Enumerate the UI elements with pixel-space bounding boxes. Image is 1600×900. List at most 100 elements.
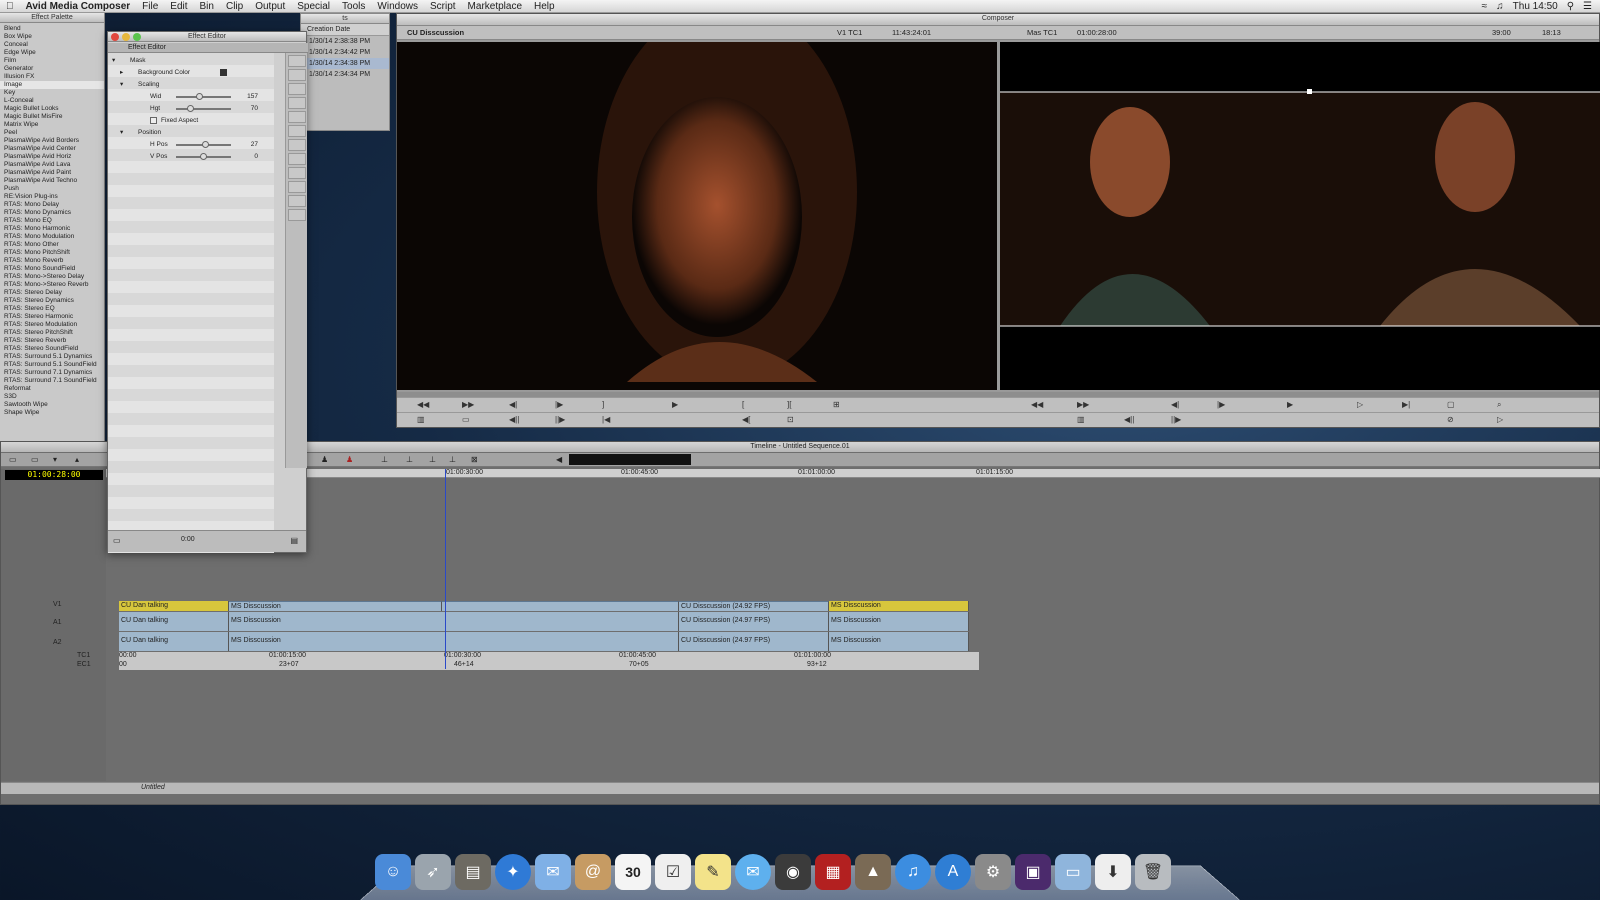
vpos-slider[interactable] [176, 153, 231, 160]
mail-icon[interactable]: ✉ [535, 854, 571, 890]
clip-ms-disscussion[interactable]: MS Disscussion [829, 612, 969, 631]
documents-folder-icon[interactable]: ▭ [1055, 854, 1091, 890]
facetime-icon[interactable]: ◉ [775, 854, 811, 890]
tool-button[interactable] [287, 111, 306, 123]
palette-category[interactable]: Generator [0, 65, 104, 73]
speaker-icon[interactable]: ◀ [556, 455, 562, 464]
tool-button[interactable] [287, 97, 306, 109]
notification-icon[interactable]: ☰ [1583, 1, 1592, 12]
wid-value[interactable]: 157 [247, 91, 258, 102]
sequence-menu[interactable]: Untitled [141, 784, 165, 791]
clip-cu-disscussion[interactable]: CU Disscussion (24.97 FPS) [679, 632, 829, 651]
palette-category[interactable]: RTAS: Mono Dynamics [0, 209, 104, 217]
disclosure-triangle-icon[interactable]: ▾ [112, 55, 115, 66]
itunes-icon[interactable]: ♫ [895, 854, 931, 890]
menu-edit[interactable]: Edit [164, 1, 193, 12]
clip-effect[interactable] [442, 601, 679, 611]
menubar-clock[interactable]: Thu 14:50 [1513, 1, 1558, 12]
overwrite-icon[interactable]: ▭ [462, 415, 470, 424]
clear-marks-icon[interactable]: ][ [787, 400, 791, 409]
bin-column-header[interactable]: Creation Date [301, 24, 389, 36]
photo-booth-icon[interactable]: ▦ [815, 854, 851, 890]
play-icon[interactable]: ▷ [1357, 400, 1363, 409]
clip-ms-disscussion[interactable]: MS Disscussion [229, 601, 442, 611]
hgt-value[interactable]: 70 [251, 103, 258, 114]
menu-output[interactable]: Output [249, 1, 291, 12]
palette-category[interactable]: PlasmaWipe Avid Paint [0, 169, 104, 177]
record-monitor[interactable] [1000, 42, 1600, 390]
palette-category[interactable]: RTAS: Stereo Modulation [0, 321, 104, 329]
bin-row[interactable]: 1/30/14 2:34:38 PM [301, 58, 389, 69]
palette-category[interactable]: Matrix Wipe [0, 121, 104, 129]
close-icon[interactable] [111, 33, 119, 41]
apple-icon[interactable]:  [0, 1, 20, 12]
contacts-icon[interactable]: @ [575, 854, 611, 890]
track-a1-label[interactable]: A1 [53, 619, 62, 626]
zoom-out-icon[interactable] [287, 167, 306, 179]
go-to-in-icon[interactable]: |◀ [602, 415, 610, 424]
menu-file[interactable]: File [136, 1, 164, 12]
menu-bin[interactable]: Bin [194, 1, 220, 12]
palette-category[interactable]: RTAS: Surround 7.1 SoundField [0, 377, 104, 385]
timeline-ruler[interactable]: 01:00:30:00 01:00:45:00 01:01:00:00 01:0… [106, 469, 1600, 478]
app-menu[interactable]: Avid Media Composer [20, 1, 137, 12]
clip-ms-disscussion[interactable]: MS Disscussion [829, 632, 969, 651]
timeline-timecode[interactable]: 01:00:28:00 [5, 470, 103, 480]
record-track-label[interactable]: Mas TC1 [1027, 28, 1057, 37]
play-icon[interactable]: ▶ [1287, 400, 1293, 409]
palette-category[interactable]: RTAS: Stereo Dynamics [0, 297, 104, 305]
palette-category[interactable]: RTAS: Stereo Harmonic [0, 313, 104, 321]
messages-icon[interactable]: ✉ [735, 854, 771, 890]
hpos-slider[interactable] [176, 141, 231, 148]
step-forward-icon[interactable]: |▶ [555, 400, 563, 409]
palette-category[interactable]: RTAS: Surround 7.1 Dynamics [0, 369, 104, 377]
bin-row[interactable]: 1/30/14 2:34:42 PM [301, 47, 389, 58]
fixed-aspect-checkbox[interactable] [150, 117, 157, 124]
menu-marketplace[interactable]: Marketplace [462, 1, 528, 12]
splice-in-icon[interactable]: ▥ [1077, 415, 1085, 424]
play-icon[interactable]: ▶ [672, 400, 678, 409]
palette-category[interactable]: RTAS: Surround 5.1 SoundField [0, 361, 104, 369]
preview-icon[interactable]: ▭ [113, 536, 121, 545]
track-v1-label[interactable]: V1 [53, 601, 62, 608]
clip-cu-disscussion[interactable]: CU Disscussion (24.92 FPS) [679, 601, 829, 611]
palette-category[interactable]: Film [0, 57, 104, 65]
toolbar-button[interactable]: ▴ [75, 455, 79, 464]
focus-icon[interactable]: ⊠ [471, 455, 478, 464]
volume-icon[interactable]: ♫ [1496, 1, 1504, 12]
go-to-out-icon[interactable]: ◀[ [742, 415, 750, 424]
hpos-value[interactable]: 27 [251, 139, 258, 150]
palette-category[interactable]: PlasmaWipe Avid Center [0, 145, 104, 153]
image-capture-icon[interactable]: ▤ [455, 854, 491, 890]
palette-category[interactable]: RTAS: Mono PitchShift [0, 249, 104, 257]
palette-category[interactable]: PlasmaWipe Avid Horiz [0, 153, 104, 161]
palette-category[interactable]: RTAS: Mono EQ [0, 217, 104, 225]
system-preferences-icon[interactable]: ⚙ [975, 854, 1011, 890]
palette-category[interactable]: RTAS: Mono Modulation [0, 233, 104, 241]
wid-slider[interactable] [176, 93, 231, 100]
palette-category[interactable]: Push [0, 185, 104, 193]
track-a2-label[interactable]: A2 [53, 639, 62, 646]
vpos-slider-knob[interactable] [200, 153, 207, 160]
clip-ms-disscussion[interactable]: MS Disscussion [829, 601, 969, 611]
match-frame-icon[interactable]: ⊞ [833, 400, 840, 409]
hgt-slider[interactable] [176, 105, 231, 112]
mark-out-icon[interactable]: ] [602, 400, 604, 409]
palette-category[interactable]: Illusion FX [0, 73, 104, 81]
palette-category[interactable]: RTAS: Mono Delay [0, 201, 104, 209]
palette-category[interactable]: S3D [0, 393, 104, 401]
segment-tool-red-icon[interactable]: ♟ [346, 455, 353, 464]
add-edit-icon[interactable]: ⊘ [1447, 415, 1454, 424]
segment-tool-icon[interactable]: ♟ [321, 455, 328, 464]
palette-category[interactable]: RTAS: Stereo PitchShift [0, 329, 104, 337]
palette-category[interactable]: L-Conceal [0, 97, 104, 105]
menu-windows[interactable]: Windows [371, 1, 424, 12]
tool-button[interactable] [287, 181, 306, 193]
clip-cu-dan-talking[interactable]: CU Dan talking [119, 601, 229, 611]
palette-category[interactable]: RTAS: Stereo EQ [0, 305, 104, 313]
menu-script[interactable]: Script [424, 1, 462, 12]
step-forward-icon[interactable]: |▶ [1217, 400, 1225, 409]
effect-editor-tab[interactable]: Effect Editor [128, 43, 166, 53]
keyframe-button[interactable] [287, 55, 306, 67]
palette-category[interactable]: Conceal [0, 41, 104, 49]
